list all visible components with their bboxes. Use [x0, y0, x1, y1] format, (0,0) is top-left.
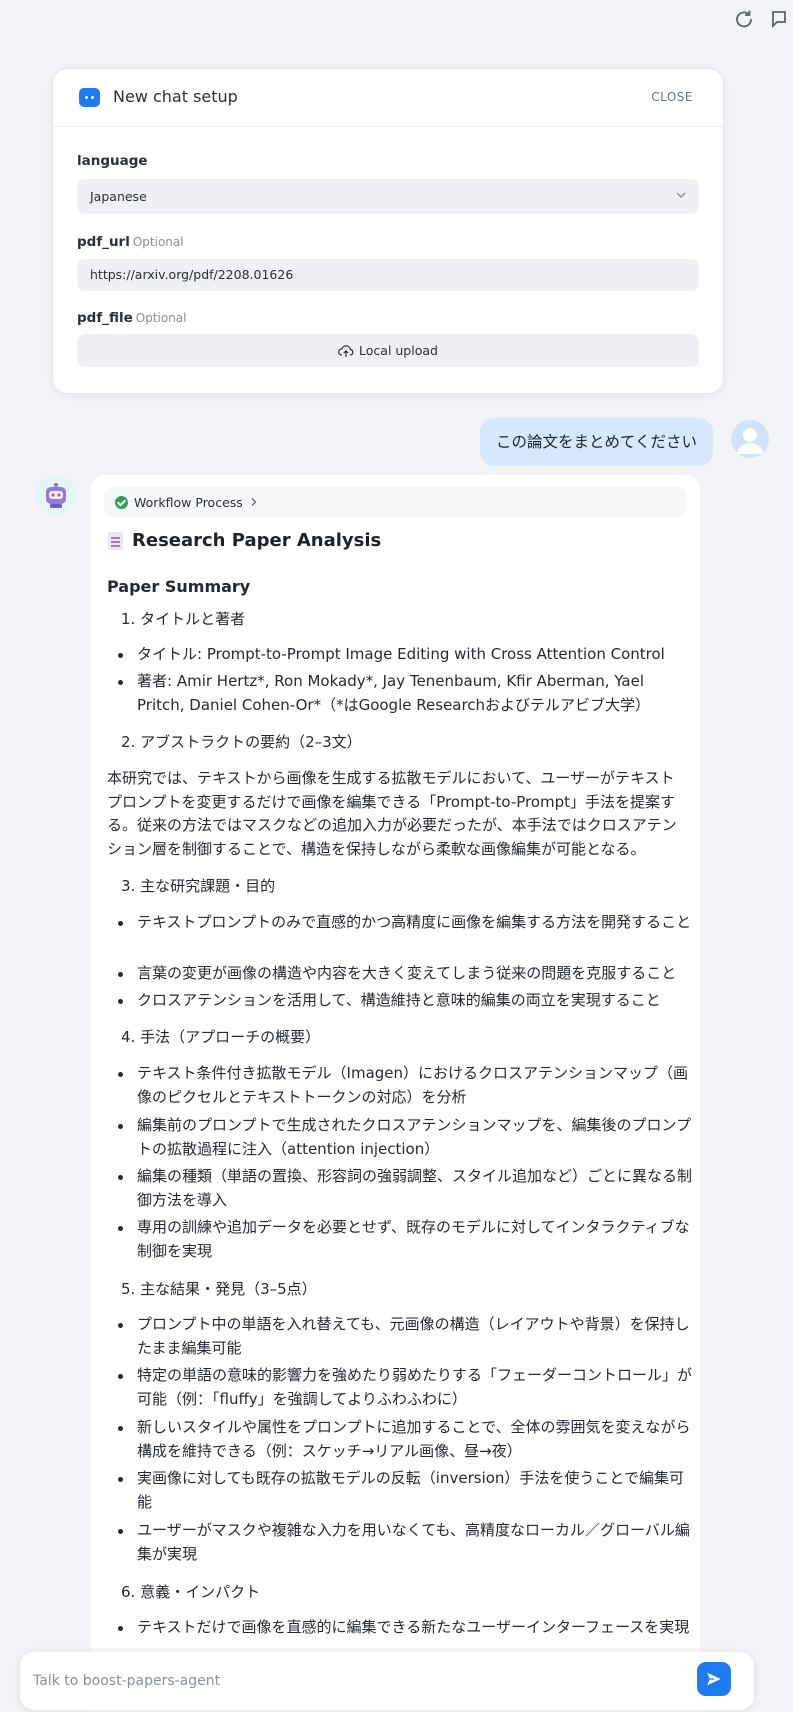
list-item: ユーザーがマスクや複雑な入力を用いなくても、高精度なローカル／グローバル編集が実…: [118, 1519, 692, 1566]
message-composer: [20, 1652, 754, 1710]
section-5-title: 主な結果・発見（3–5点）: [140, 1280, 317, 1298]
bot-avatar: [36, 475, 76, 515]
user-message-row: この論文をまとめてください: [269, 418, 769, 466]
answer-title-text: Research Paper Analysis: [132, 530, 382, 551]
optional-tag: Optional: [135, 311, 187, 325]
cloud-upload-icon: [338, 344, 354, 357]
list-item: 新しいスタイルや属性をプロンプトに追加することで、全体の雰囲気を変えながら構成を…: [118, 1416, 692, 1463]
assistant-answer: Workflow Process Research Paper Analysis…: [91, 475, 700, 1712]
section-4: 4. 手法（アプローチの概要）: [121, 1028, 321, 1046]
section-1-title: タイトルと著者: [140, 610, 246, 628]
upload-label: Local upload: [359, 343, 438, 358]
chevron-down-icon: [676, 192, 686, 198]
pdf-url-value: https://arxiv.org/pdf/2208.01626: [90, 267, 294, 282]
list-item: 実画像に対しても既存の拡散モデルの反転（inversion）手法を使うことで編集…: [118, 1467, 692, 1514]
local-upload-button[interactable]: Local upload: [77, 334, 699, 367]
setup-header: New chat setup CLOSE: [53, 69, 723, 127]
message-input[interactable]: [33, 1668, 663, 1694]
workflow-label: Workflow Process: [134, 494, 243, 510]
list-item: テキストだけで画像を直感的に編集できる新たなユーザーインターフェースを実現: [118, 1616, 692, 1640]
document-icon: [108, 531, 123, 550]
setup-title: New chat setup: [113, 87, 238, 106]
abstract-paragraph: 本研究では、テキストから画像を生成する拡散モデルにおいて、ユーザーがテキストプロ…: [107, 769, 677, 858]
section-3-title: 主な研究課題・目的: [140, 877, 276, 895]
list-item: 著者: Amir Hertz*, Ron Mokady*, Jay Tenenb…: [118, 670, 692, 717]
summary-heading: Paper Summary: [107, 577, 251, 596]
language-value: Japanese: [90, 189, 147, 204]
language-label: language: [77, 153, 148, 169]
bot-logo-icon: [79, 88, 100, 107]
section-1: 1. タイトルと著者: [121, 610, 246, 628]
language-select[interactable]: Japanese: [77, 179, 699, 214]
send-icon: [707, 1672, 721, 1686]
list-item: クロスアテンションを活用して、構造維持と意味的編集の両立を実現すること: [118, 989, 692, 1013]
list-item: 編集の種類（単語の置換、形容詞の強弱調整、スタイル追加など）ごとに異なる制御方法…: [118, 1165, 692, 1212]
section-2: 2. アブストラクトの要約（2–3文）: [121, 733, 362, 751]
top-actions: [0, 5, 793, 35]
pdf-file-label-text: pdf_file: [77, 310, 133, 326]
check-circle-icon: [115, 495, 128, 509]
answer-title: Research Paper Analysis: [108, 530, 381, 551]
list-item: テキストプロンプトのみで直感的かつ高精度に画像を編集する方法を開発すること: [118, 911, 692, 935]
list-item: 専用の訓練や追加データを必要とせず、既存のモデルに対してインタラクティブな制御を…: [118, 1216, 692, 1263]
new-chat-setup-card: New chat setup CLOSE language Japanese p…: [52, 68, 724, 394]
refresh-icon[interactable]: [733, 8, 755, 30]
list-item: 特定の単語の意味的影響力を強めたり弱めたりする「フェーダーコントロール」が可能（…: [118, 1364, 692, 1411]
user-avatar: [731, 420, 769, 458]
language-label-text: language: [77, 153, 148, 169]
pdf-url-input[interactable]: https://arxiv.org/pdf/2208.01626: [77, 259, 699, 291]
new-chat-icon[interactable]: [769, 8, 791, 30]
list-item: タイトル: Prompt-to-Prompt Image Editing wit…: [118, 643, 692, 667]
section-6: 6. 意義・インパクト: [121, 1583, 261, 1601]
pdf-file-label: pdf_file Optional: [77, 310, 187, 326]
close-button[interactable]: CLOSE: [651, 90, 693, 104]
section-4-title: 手法（アプローチの概要）: [140, 1028, 321, 1046]
pdf-url-label: pdf_url Optional: [77, 234, 184, 250]
chevron-right-icon: [251, 498, 257, 506]
pdf-url-label-text: pdf_url: [77, 234, 130, 250]
section-5: 5. 主な結果・発見（3–5点）: [121, 1280, 317, 1298]
section-2-title: アブストラクトの要約（2–3文）: [140, 733, 362, 751]
list-item: プロンプト中の単語を入れ替えても、元画像の構造（レイアウトや背景）を保持したまま…: [118, 1313, 692, 1360]
list-item: 編集前のプロンプトで生成されたクロスアテンションマップを、編集後のプロンプトの拡…: [118, 1114, 692, 1161]
list-item: テキスト条件付き拡散モデル（Imagen）におけるクロスアテンションマップ（画像…: [118, 1062, 692, 1109]
section-3: 3. 主な研究課題・目的: [121, 877, 276, 895]
user-message: この論文をまとめてください: [479, 418, 713, 466]
list-item: 言葉の変更が画像の構造や内容を大きく変えてしまう従来の問題を克服すること: [118, 962, 692, 986]
optional-tag: Optional: [132, 235, 184, 249]
send-button[interactable]: [697, 1662, 731, 1696]
workflow-process-toggle[interactable]: Workflow Process: [104, 487, 686, 517]
section-6-title: 意義・インパクト: [140, 1583, 261, 1601]
